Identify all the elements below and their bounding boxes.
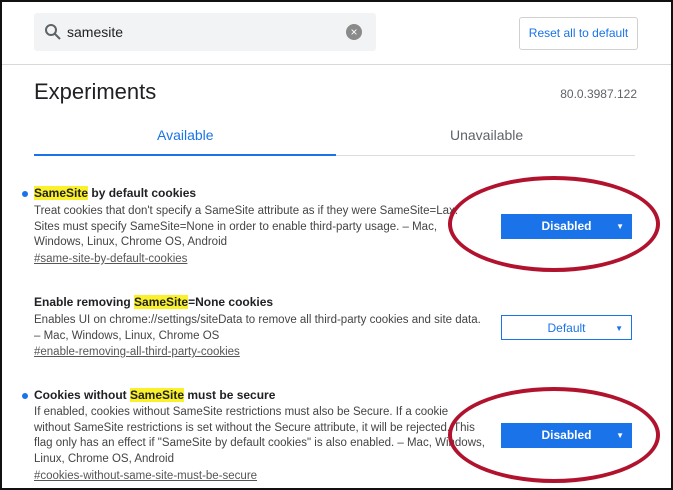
modified-indicator-dot [22,393,28,399]
flag-link[interactable]: #same-site-by-default-cookies [34,253,187,265]
chrome-flags-page: samesite × Reset all to default Experime… [0,0,673,490]
search-icon [45,24,61,40]
dropdown-arrow-icon: ▼ [615,324,623,333]
flag-description: Enables UI on chrome://settings/siteData… [34,314,481,342]
flag-description: If enabled, cookies without SameSite res… [34,406,485,465]
flag-description: Treat cookies that don't specify a SameS… [34,205,458,248]
flag-link[interactable]: #cookies-without-same-site-must-be-secur… [34,470,257,482]
clear-search-icon[interactable]: × [346,24,362,40]
header-bar: samesite × Reset all to default [2,2,671,65]
search-highlight: SameSite [134,295,189,309]
flag-title: Cookies without SameSite must be secure [34,388,276,402]
flag-title: Enable removing SameSite=None cookies [34,295,274,309]
modified-indicator-dot [22,191,28,197]
page-title: Experiments [34,79,157,104]
search-input[interactable]: samesite [67,23,123,41]
active-tab-indicator [34,154,336,156]
tab-unavailable[interactable]: Unavailable [450,127,523,143]
flag-state-select[interactable]: Default ▼ [501,315,632,340]
reset-all-button[interactable]: Reset all to default [519,17,638,50]
search-highlight: SameSite [34,186,89,200]
flag-link[interactable]: #enable-removing-all-third-party-cookies [34,346,240,358]
search-highlight: SameSite [130,388,185,402]
annotation-circle [448,176,660,272]
flag-title: SameSite by default cookies [34,186,197,200]
annotation-circle [448,387,660,483]
version-label: 80.0.3987.122 [560,87,637,101]
search-box[interactable]: samesite × [34,13,376,51]
tab-available[interactable]: Available [157,127,214,143]
